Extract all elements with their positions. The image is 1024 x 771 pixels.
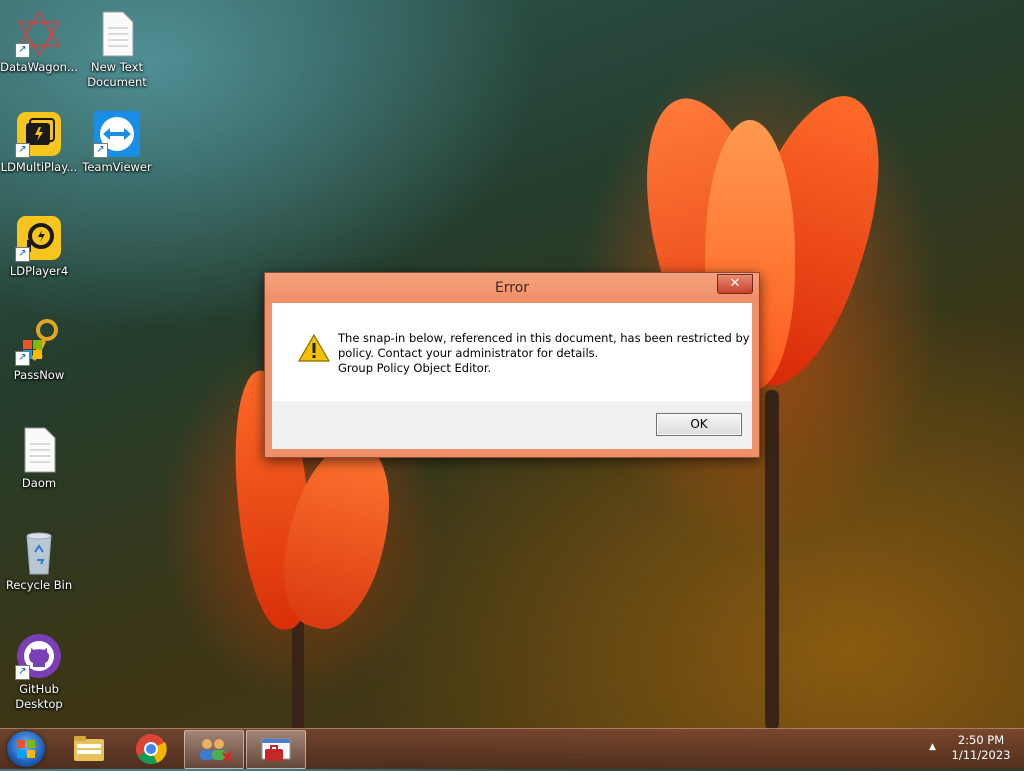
close-button[interactable]: ✕ [717, 274, 753, 294]
desktop-icon-new-text-document[interactable]: New Text Document [78, 10, 156, 90]
desktop-icon-recycle-bin[interactable]: Recycle Bin [0, 528, 78, 593]
ldmultiplayer-icon: ↗ [15, 110, 63, 158]
datawagon-icon: ↗ [15, 10, 63, 58]
toolbox-icon [261, 738, 291, 761]
clock-time: 2:50 PM [957, 733, 1005, 747]
recycle-bin-icon [15, 528, 63, 576]
shortcut-arrow-icon: ↗ [15, 247, 30, 262]
shortcut-arrow-icon: ↗ [93, 143, 108, 158]
folder-icon [74, 736, 104, 761]
shortcut-arrow-icon: ↗ [15, 143, 30, 158]
text-file-icon [15, 426, 63, 474]
desktop-icon-ldmultiplayer[interactable]: ↗ LDMultiPlay... [0, 110, 78, 175]
desktop-icon-datawagon[interactable]: ↗ DataWagon... [0, 10, 78, 75]
message-area: The snap-in below, referenced in this do… [272, 303, 752, 401]
clock[interactable]: 2:50 PM 1/11/2023 [944, 733, 1018, 763]
error-message: The snap-in below, referenced in this do… [338, 331, 750, 375]
desktop-icon-ldplayer4[interactable]: ↗ LDPlayer4 [0, 214, 78, 279]
button-area: OK [272, 401, 752, 449]
close-icon: ✕ [729, 276, 741, 291]
start-button[interactable] [7, 731, 45, 767]
desktop-icon-passnow[interactable]: ↗ PassNow [0, 318, 78, 383]
dialog-title: Error [265, 273, 759, 303]
taskbar-toolbox-app[interactable] [246, 730, 306, 769]
shortcut-arrow-icon: ↗ [15, 351, 30, 366]
desktop-icon-daom[interactable]: Daom [0, 426, 78, 491]
shortcut-arrow-icon: ↗ [15, 43, 30, 58]
taskbar-file-explorer[interactable] [60, 730, 118, 767]
desktop-icon-teamviewer[interactable]: ↗ TeamViewer [78, 110, 156, 175]
chrome-icon [136, 734, 167, 765]
teamviewer-icon: ↗ [93, 110, 141, 158]
taskbar-chrome[interactable] [122, 730, 180, 767]
show-hidden-icons-button[interactable]: ▲ [929, 742, 936, 752]
taskbar: ▲ 2:50 PM 1/11/2023 [0, 728, 1024, 769]
shortcut-arrow-icon: ↗ [15, 665, 30, 680]
ok-button[interactable]: OK [656, 413, 742, 436]
key-icon: ↗ [15, 318, 63, 366]
ldplayer-icon: ↗ [15, 214, 63, 262]
users-icon [200, 739, 232, 762]
github-icon: ↗ [15, 632, 63, 680]
text-file-icon [93, 10, 141, 58]
warning-icon [297, 333, 331, 363]
windows-logo-icon [17, 740, 35, 758]
error-dialog: Error ✕ The snap-in below, referenced in… [264, 272, 760, 458]
desktop-icon-github-desktop[interactable]: ↗ GitHub Desktop [0, 632, 78, 712]
clock-date: 1/11/2023 [951, 748, 1011, 762]
taskbar-users-app[interactable] [184, 730, 244, 769]
dialog-body: The snap-in below, referenced in this do… [272, 303, 752, 449]
